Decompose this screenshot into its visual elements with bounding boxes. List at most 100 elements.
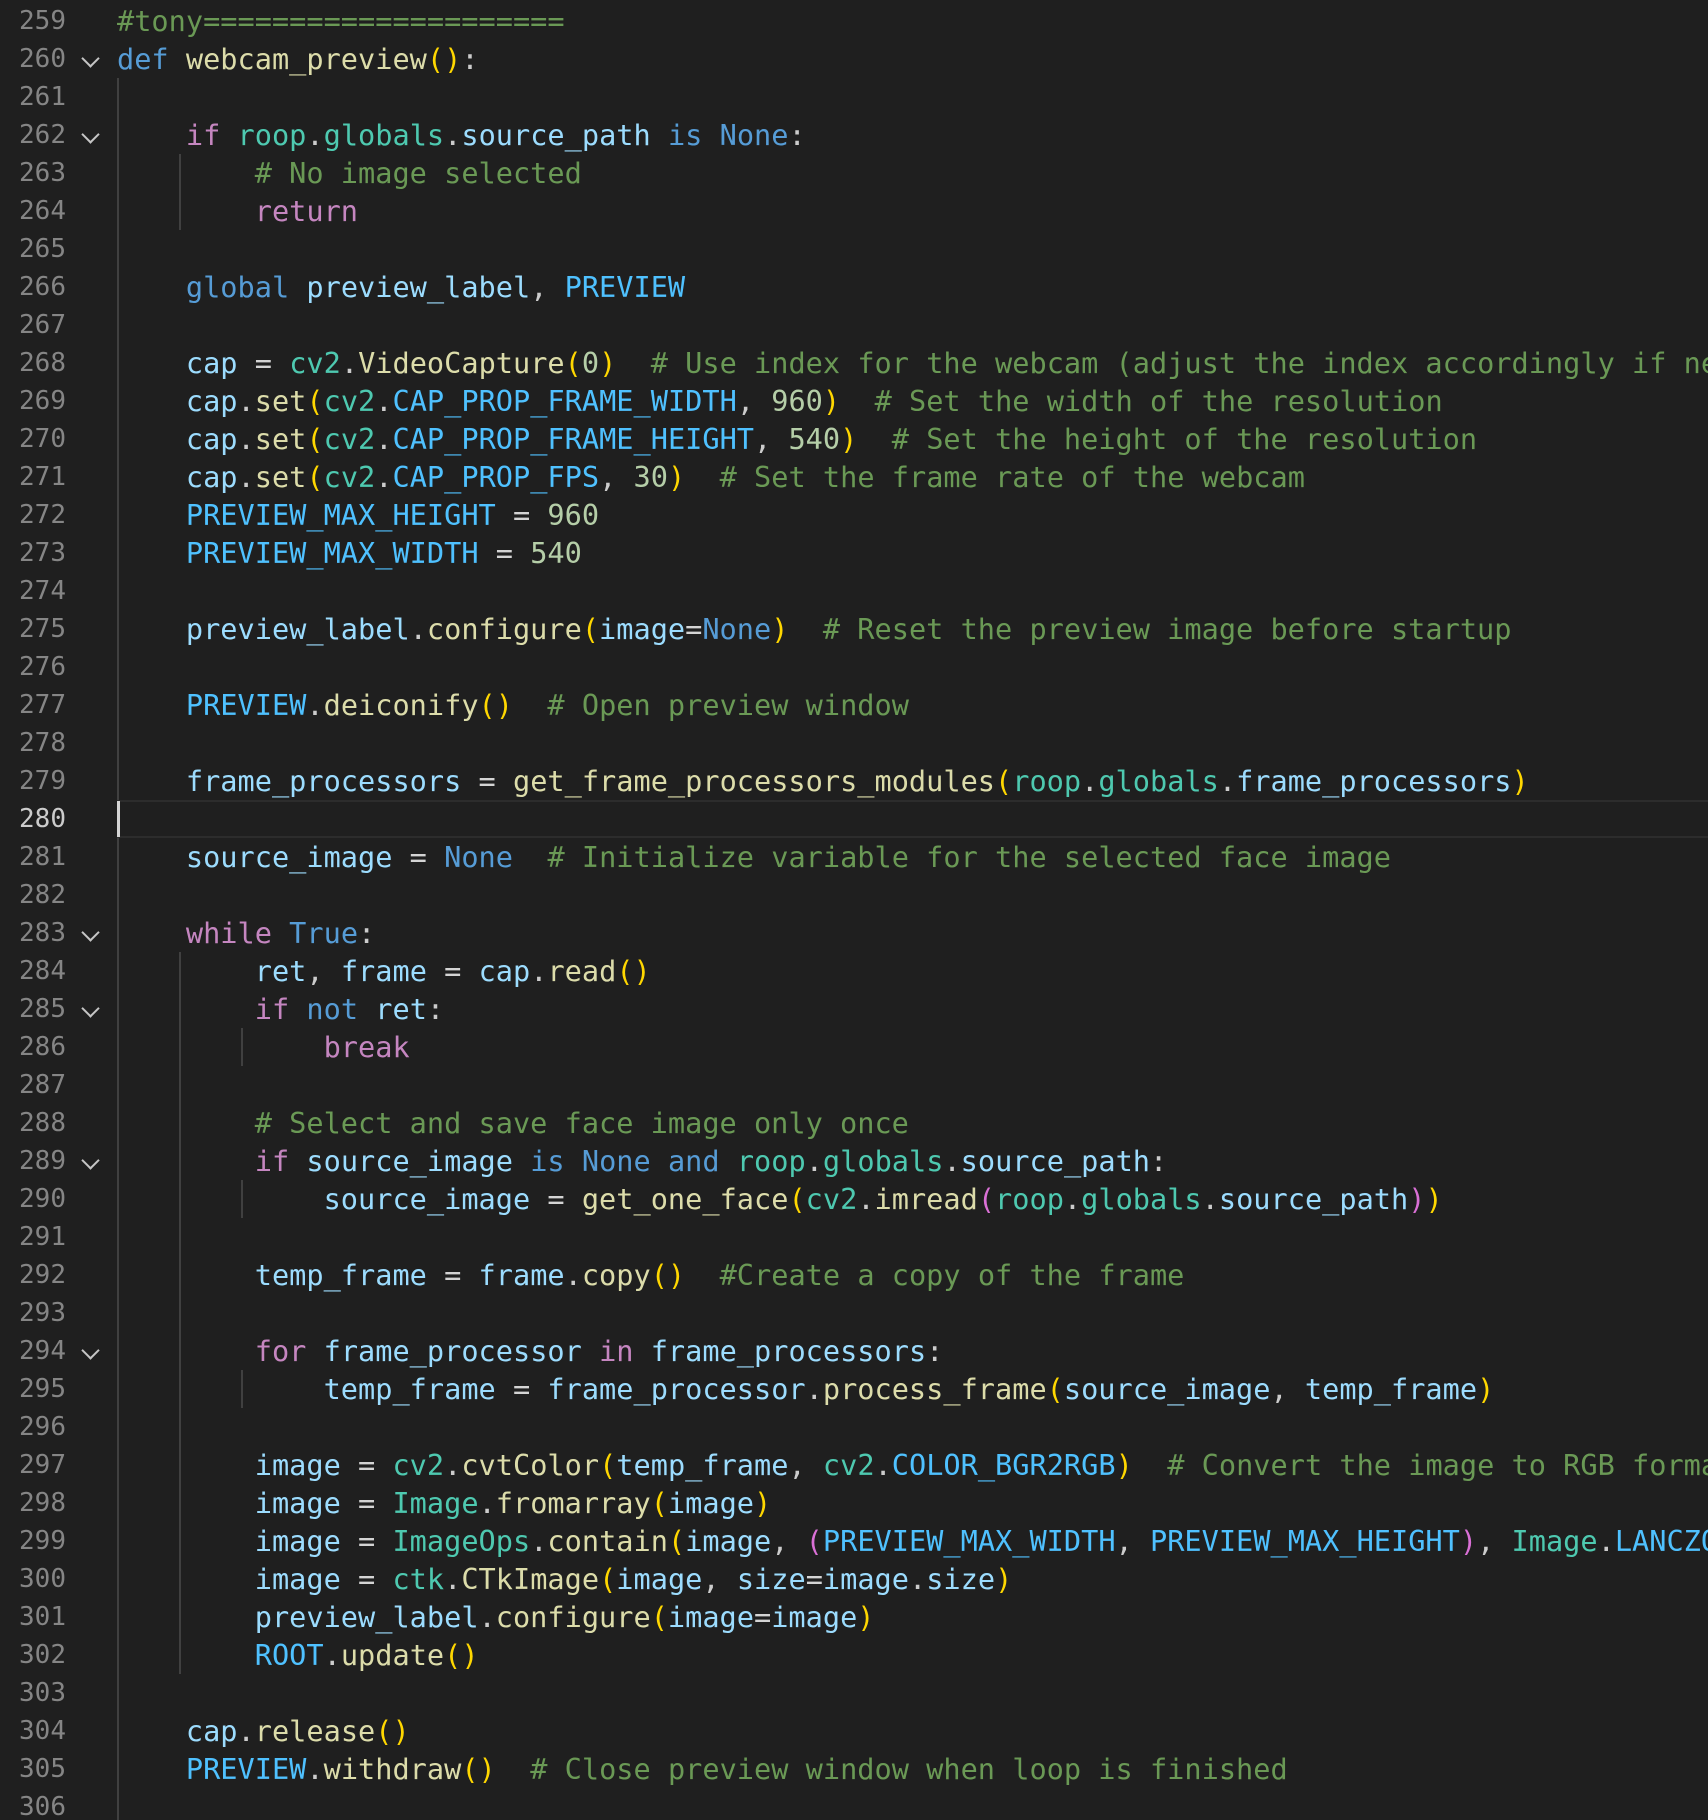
token-text: . — [478, 1486, 496, 1520]
code-line[interactable]: 259 #tony===================== — [0, 2, 1708, 40]
code-editor[interactable]: 259 #tony===================== 260 def webc… — [0, 0, 1708, 1820]
code-line[interactable]: 272 PREVIEW_MAX_HEIGHT = 960 — [0, 496, 1708, 534]
code-line[interactable]: 268 cap = cv2.VideoCapture(0) # Use inde… — [0, 344, 1708, 382]
code-line[interactable]: 271 cap.set(cv2.CAP_PROP_FPS, 30) # Set … — [0, 458, 1708, 496]
token-text: . — [237, 1714, 255, 1748]
token-operator: = — [753, 1600, 772, 1634]
fold-chevron-icon[interactable] — [81, 923, 100, 942]
code-line[interactable]: 262 if roop.globals.source_path is None: — [0, 116, 1708, 154]
token-module-name: globals — [1081, 1182, 1202, 1216]
code-line[interactable]: 280 — [0, 800, 1708, 838]
line-code: PREVIEW_MAX_WIDTH = 540 — [117, 534, 1708, 572]
fold-chevron-icon[interactable] — [81, 125, 100, 144]
code-line[interactable]: 266 global preview_label, PREVIEW — [0, 268, 1708, 306]
token-variable: cap — [185, 346, 238, 380]
token-bracket: ( — [977, 1182, 996, 1216]
code-line[interactable]: 270 cap.set(cv2.CAP_PROP_FRAME_HEIGHT, 5… — [0, 420, 1708, 458]
code-line[interactable]: 283 while True: — [0, 914, 1708, 952]
code-line[interactable]: 298 image = Image.fromarray(image) — [0, 1484, 1708, 1522]
code-line[interactable]: 278 — [0, 724, 1708, 762]
fold-chevron-icon[interactable] — [81, 999, 100, 1018]
token-variable: source_path — [1218, 1182, 1409, 1216]
line-code: image = ImageOps.contain(image, (PREVIEW… — [117, 1522, 1708, 1560]
token-text: , — [1115, 1524, 1150, 1558]
code-line[interactable]: 289 if source_image is None and roop.glo… — [0, 1142, 1708, 1180]
token-text: . — [409, 612, 427, 646]
code-line[interactable]: 282 — [0, 876, 1708, 914]
line-code: source_image = None # Initialize variabl… — [117, 838, 1708, 876]
code-line[interactable]: 261 — [0, 78, 1708, 116]
token-keyword: and — [667, 1144, 720, 1178]
token-text: . — [874, 1448, 892, 1482]
code-line[interactable]: 303 — [0, 1674, 1708, 1712]
token-variable: image — [599, 612, 686, 646]
token-module-name: roop — [1012, 764, 1082, 798]
code-line[interactable]: 297 image = cv2.cvtColor(temp_frame, cv2… — [0, 1446, 1708, 1484]
token-bracket: ) — [995, 1562, 1013, 1596]
code-line[interactable]: 263 # No image selected — [0, 154, 1708, 192]
fold-chevron-icon[interactable] — [81, 1151, 100, 1170]
token-text: . — [375, 460, 393, 494]
token-variable: source_image — [306, 1144, 513, 1178]
code-line[interactable]: 279 frame_processors = get_frame_process… — [0, 762, 1708, 800]
token-variable: ret — [254, 954, 307, 988]
code-line[interactable]: 302 ROOT.update() — [0, 1636, 1708, 1674]
token-control-keyword: in — [599, 1334, 634, 1368]
token-text: . — [805, 1372, 823, 1406]
code-line[interactable]: 296 — [0, 1408, 1708, 1446]
token-comment: # Initialize variable for the selected f… — [547, 840, 1391, 874]
code-line[interactable]: 275 preview_label.configure(image=None) … — [0, 610, 1708, 648]
code-line[interactable]: 287 — [0, 1066, 1708, 1104]
code-line[interactable]: 277 PREVIEW.deiconify() # Open preview w… — [0, 686, 1708, 724]
code-line[interactable]: 284 ret, frame = cap.read() — [0, 952, 1708, 990]
code-line[interactable]: 264 return — [0, 192, 1708, 230]
token-text: . — [564, 1258, 582, 1292]
code-line[interactable]: 292 temp_frame = frame.copy() #Create a … — [0, 1256, 1708, 1294]
token-text: : — [358, 916, 376, 950]
line-code: if roop.globals.source_path is None: — [117, 116, 1708, 154]
code-line[interactable]: 274 — [0, 572, 1708, 610]
token-variable: ret — [375, 992, 427, 1026]
token-operator: = — [495, 498, 548, 532]
code-line[interactable]: 305 PREVIEW.withdraw() # Close preview w… — [0, 1750, 1708, 1788]
token-text: . — [375, 384, 393, 418]
code-line[interactable]: 273 PREVIEW_MAX_WIDTH = 540 — [0, 534, 1708, 572]
code-line[interactable]: 304 cap.release() — [0, 1712, 1708, 1750]
code-line[interactable]: 286 break — [0, 1028, 1708, 1066]
code-line[interactable]: 288 # Select and save face image only on… — [0, 1104, 1708, 1142]
code-line[interactable]: 267 — [0, 306, 1708, 344]
fold-chevron-icon[interactable] — [81, 49, 100, 68]
code-line[interactable]: 300 image = ctk.CTkImage(image, size=ima… — [0, 1560, 1708, 1598]
code-line[interactable]: 276 — [0, 648, 1708, 686]
code-line[interactable]: 301 preview_label.configure(image=image) — [0, 1598, 1708, 1636]
code-line[interactable]: 291 — [0, 1218, 1708, 1256]
token-operator: = — [426, 954, 479, 988]
code-line[interactable]: 306 — [0, 1788, 1708, 1820]
code-line[interactable]: 281 source_image = None # Initialize var… — [0, 838, 1708, 876]
fold-chevron-icon[interactable] — [81, 1341, 100, 1360]
code-line[interactable]: 299 image = ImageOps.contain(image, (PRE… — [0, 1522, 1708, 1560]
code-line[interactable]: 265 — [0, 230, 1708, 268]
line-number: 295 — [19, 1374, 66, 1404]
token-function-name: read — [547, 954, 617, 988]
code-line[interactable]: 294 for frame_processor in frame_process… — [0, 1332, 1708, 1370]
code-line[interactable]: 269 cap.set(cv2.CAP_PROP_FRAME_WIDTH, 96… — [0, 382, 1708, 420]
token-text: , — [736, 384, 772, 418]
code-line[interactable]: 295 temp_frame = frame_processor.process… — [0, 1370, 1708, 1408]
code-line[interactable]: 260 def webcam_preview(): — [0, 40, 1708, 78]
code-line[interactable]: 290 source_image = get_one_face(cv2.imre… — [0, 1180, 1708, 1218]
code-line[interactable]: 285 if not ret: — [0, 990, 1708, 1028]
code-line[interactable]: 293 — [0, 1294, 1708, 1332]
token-bracket: ( — [788, 1182, 806, 1216]
